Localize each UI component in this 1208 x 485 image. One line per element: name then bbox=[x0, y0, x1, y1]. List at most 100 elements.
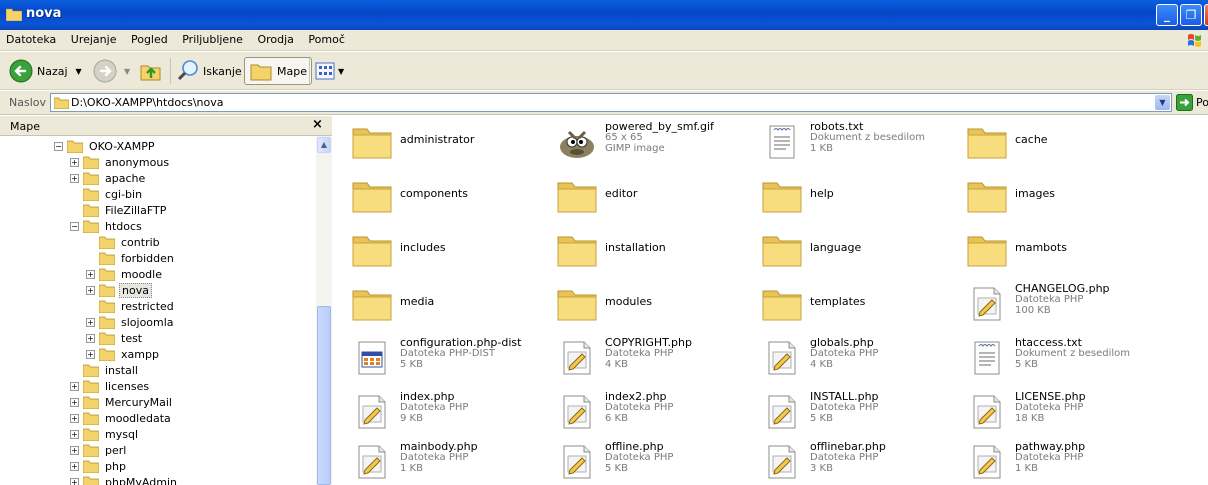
expand-icon[interactable]: + bbox=[70, 157, 79, 167]
tree-item-contrib[interactable]: contrib bbox=[86, 234, 162, 250]
tree-item-phpmyadmin[interactable]: + phpMyAdmin bbox=[70, 474, 179, 485]
forward-dropdown-icon[interactable]: ▼ bbox=[124, 67, 130, 76]
tree-item-anonymous[interactable]: + anonymous bbox=[70, 154, 171, 170]
tree-item-label: moodledata bbox=[105, 411, 171, 425]
tree-item-cgi-bin[interactable]: cgi-bin bbox=[70, 186, 144, 202]
menu-item-edit[interactable]: Urejanje bbox=[65, 30, 122, 46]
expand-icon[interactable]: + bbox=[86, 349, 95, 359]
tree-item-mercurymail[interactable]: + MercuryMail bbox=[70, 394, 174, 410]
tree-item-xampp[interactable]: + xampp bbox=[86, 346, 161, 362]
tree-item-perl[interactable]: + perl bbox=[70, 442, 128, 458]
expand-icon[interactable]: + bbox=[70, 429, 79, 439]
file-item-index-php[interactable]: index.php Datoteka PHP 9 KB bbox=[338, 386, 543, 436]
file-item-robots-txt[interactable]: robots.txt Dokument z besedilom 1 KB bbox=[748, 116, 953, 166]
file-item-components[interactable]: components bbox=[338, 170, 543, 220]
tree-item-restricted[interactable]: restricted bbox=[86, 298, 176, 314]
file-item-install-php[interactable]: INSTALL.php Datoteka PHP 5 KB bbox=[748, 386, 953, 436]
collapse-icon[interactable]: − bbox=[54, 141, 63, 151]
go-button[interactable]: Poj bbox=[1176, 94, 1208, 111]
tree-item-test[interactable]: + test bbox=[86, 330, 144, 346]
title-bar[interactable]: nova _ ❐ ✕ bbox=[0, 0, 1208, 30]
views-button[interactable]: ▼ bbox=[314, 57, 344, 85]
tree-item-forbidden[interactable]: forbidden bbox=[86, 250, 176, 266]
expand-icon[interactable]: + bbox=[70, 413, 79, 423]
expand-icon[interactable]: + bbox=[86, 285, 95, 295]
file-item-configuration-php-dist[interactable]: configuration.php-dist Datoteka PHP-DIST 5… bbox=[338, 332, 543, 382]
file-item-copyright-php[interactable]: COPYRIGHT.php Datoteka PHP 4 KB bbox=[543, 332, 748, 382]
file-item-mambots[interactable]: mambots bbox=[953, 224, 1158, 274]
file-item-license-php[interactable]: LICENSE.php Datoteka PHP 18 KB bbox=[953, 386, 1158, 436]
file-item-editor[interactable]: editor bbox=[543, 170, 748, 220]
expand-icon[interactable]: + bbox=[70, 477, 79, 485]
close-button[interactable]: ✕ bbox=[1204, 4, 1208, 26]
collapse-icon[interactable]: − bbox=[70, 221, 79, 231]
tree-item-oko-xampp[interactable]: − OKO-XAMPP bbox=[54, 138, 156, 154]
file-item-cache[interactable]: cache bbox=[953, 116, 1158, 166]
tree-item-htdocs[interactable]: − htdocs bbox=[70, 218, 144, 234]
file-item-modules[interactable]: modules bbox=[543, 278, 748, 328]
menu-item-help[interactable]: Pomoč bbox=[302, 30, 349, 46]
menu-item-file[interactable]: Datoteka bbox=[0, 30, 61, 46]
file-item-pathway-php[interactable]: pathway.php Datoteka PHP 1 KB bbox=[953, 436, 1158, 485]
tree-item-filezillaftp[interactable]: FileZillaFTP bbox=[70, 202, 168, 218]
file-item-images[interactable]: images bbox=[953, 170, 1158, 220]
file-item-installation[interactable]: installation bbox=[543, 224, 748, 274]
scroll-thumb[interactable] bbox=[317, 306, 331, 485]
views-dropdown-icon[interactable]: ▼ bbox=[338, 67, 344, 76]
search-icon bbox=[177, 60, 198, 81]
back-button[interactable]: Nazaj ▼ bbox=[8, 57, 82, 85]
file-item-offlinebar-php[interactable]: offlinebar.php Datoteka PHP 3 KB bbox=[748, 436, 953, 485]
folder-icon bbox=[83, 188, 99, 201]
tree-item-moodle[interactable]: + moodle bbox=[86, 266, 164, 282]
file-item-index2-php[interactable]: index2.php Datoteka PHP 6 KB bbox=[543, 386, 748, 436]
file-item-globals-php[interactable]: globals.php Datoteka PHP 4 KB bbox=[748, 332, 953, 382]
tree-item-licenses[interactable]: + licenses bbox=[70, 378, 151, 394]
file-type: Dokument z besedilom bbox=[1015, 348, 1131, 359]
expand-icon[interactable]: + bbox=[86, 269, 95, 279]
close-pane-icon[interactable]: × bbox=[312, 117, 323, 132]
expand-icon[interactable]: + bbox=[70, 445, 79, 455]
back-dropdown-icon[interactable]: ▼ bbox=[76, 67, 82, 76]
search-button[interactable]: Iskanje bbox=[176, 57, 242, 85]
address-input[interactable]: D:\OKO-XAMPP\htdocs\nova ▼ bbox=[50, 93, 1172, 112]
tree-item-nova[interactable]: + nova bbox=[86, 282, 152, 298]
file-item-templates[interactable]: templates bbox=[748, 278, 953, 328]
address-dropdown-button[interactable]: ▼ bbox=[1155, 95, 1170, 110]
file-item-language[interactable]: language bbox=[748, 224, 953, 274]
tree-item-apache[interactable]: + apache bbox=[70, 170, 147, 186]
folders-button[interactable]: Mape bbox=[244, 57, 312, 85]
file-item-offline-php[interactable]: offline.php Datoteka PHP 5 KB bbox=[543, 436, 748, 485]
file-item-changelog-php[interactable]: CHANGELOG.php Datoteka PHP 100 KB bbox=[953, 278, 1158, 328]
menu-item-favorites[interactable]: Priljubljene bbox=[176, 30, 248, 46]
minimize-button[interactable]: _ bbox=[1156, 4, 1178, 26]
expand-icon[interactable]: + bbox=[70, 381, 79, 391]
tree-item-moodledata[interactable]: + moodledata bbox=[70, 410, 173, 426]
expand-icon[interactable]: + bbox=[70, 461, 79, 471]
forward-button[interactable]: ▼ bbox=[92, 57, 130, 85]
tree-item-php[interactable]: + php bbox=[70, 458, 128, 474]
tree-item-mysql[interactable]: + mysql bbox=[70, 426, 140, 442]
up-button[interactable] bbox=[138, 57, 164, 85]
file-name: help bbox=[810, 187, 834, 200]
expand-icon[interactable]: + bbox=[70, 397, 79, 407]
file-item-htaccess-txt[interactable]: htaccess.txt Dokument z besedilom 5 KB bbox=[953, 332, 1158, 382]
file-item-administrator[interactable]: administrator bbox=[338, 116, 543, 166]
expand-icon[interactable]: + bbox=[70, 173, 79, 183]
expand-icon[interactable]: + bbox=[86, 333, 95, 343]
forward-arrow-icon bbox=[93, 59, 117, 83]
maximize-button[interactable]: ❐ bbox=[1180, 4, 1202, 26]
tree-item-install[interactable]: install bbox=[70, 362, 140, 378]
file-item-powered-by-smf-gif[interactable]: powered_by_smf.gif 65 x 65 GIMP image bbox=[543, 116, 748, 166]
expand-icon[interactable]: + bbox=[86, 317, 95, 327]
menu-item-tools[interactable]: Orodja bbox=[251, 30, 298, 46]
file-item-media[interactable]: media bbox=[338, 278, 543, 328]
file-item-mainbody-php[interactable]: mainbody.php Datoteka PHP 1 KB bbox=[338, 436, 543, 485]
menu-item-view[interactable]: Pogled bbox=[125, 30, 173, 46]
file-size: 5 KB bbox=[400, 359, 423, 370]
tree-item-label: htdocs bbox=[105, 219, 142, 233]
tree-item-slojoomla[interactable]: + slojoomla bbox=[86, 314, 176, 330]
scroll-up-icon[interactable]: ▲ bbox=[317, 137, 331, 153]
file-item-help[interactable]: help bbox=[748, 170, 953, 220]
folder-tree-scrollbar[interactable]: ▲ bbox=[316, 136, 332, 485]
file-item-includes[interactable]: includes bbox=[338, 224, 543, 274]
